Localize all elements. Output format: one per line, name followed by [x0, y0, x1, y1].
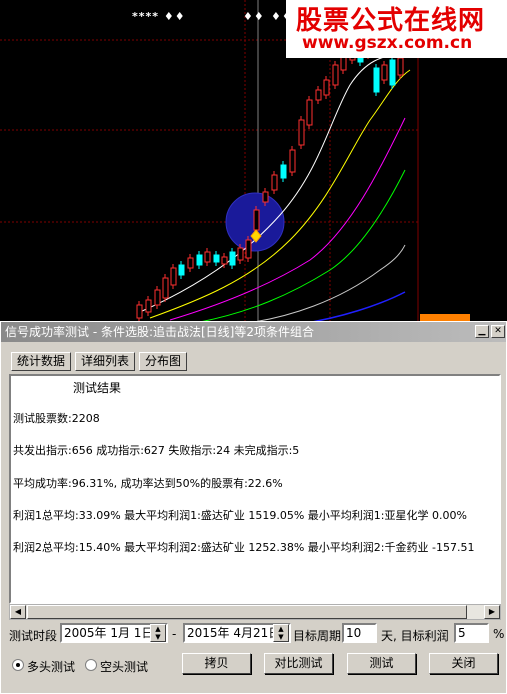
candle-body: [306, 99, 313, 126]
candle-body: [262, 191, 269, 203]
horizontal-scrollbar[interactable]: ◀ ▶: [9, 604, 501, 620]
start-date-spinner[interactable]: ▲ ▼: [150, 624, 166, 642]
close-icon[interactable]: ✕: [491, 325, 505, 338]
candle-body: [196, 254, 203, 266]
candles-group: [136, 36, 404, 322]
days-label: 天, 目标利润: [381, 629, 449, 643]
radio-short-test[interactable]: [85, 659, 97, 671]
tab-distribution[interactable]: 分布图: [139, 352, 187, 371]
radio-short-label: 空头测试: [100, 660, 149, 674]
scroll-left-icon[interactable]: ◀: [10, 605, 26, 619]
signal-test-dialog: 信号成功率测试 - 条件选股:追击战法[日线]等2项条件组合 ▁ ✕ 统计数据 …: [0, 321, 507, 694]
candle-body: [213, 254, 220, 263]
dialog-titlebar[interactable]: 信号成功率测试 - 条件选股:追击战法[日线]等2项条件组合: [1, 322, 506, 342]
results-line-success-rate: 平均成功率:96.31%, 成功率达到50%的股票有:22.6%: [13, 477, 283, 490]
candle-body: [229, 251, 236, 266]
candle-body: [397, 57, 404, 76]
watermark-banner: 股票公式在线网 www.gszx.com.cn: [286, 0, 507, 58]
target-profit-input[interactable]: 5: [454, 623, 489, 643]
candle-body: [280, 164, 287, 179]
results-textarea[interactable]: 测试结果 测试股票数:2208 共发出指示:656 成功指示:627 失败指示:…: [9, 374, 501, 604]
signal-markers-left: **** ♦♦: [132, 10, 186, 23]
tab-statistics[interactable]: 统计数据: [11, 352, 71, 371]
candle-body: [178, 264, 185, 276]
results-line-signals: 共发出指示:656 成功指示:627 失败指示:24 未完成指示:5: [13, 444, 300, 457]
candle-body: [245, 239, 252, 259]
banner-url: www.gszx.com.cn: [302, 33, 473, 53]
candle-body: [271, 174, 278, 191]
candle-body: [298, 119, 305, 146]
candle-body: [389, 59, 396, 86]
candle-body: [332, 64, 339, 86]
results-line-stock-count: 测试股票数:2208: [13, 412, 100, 425]
end-date-spinner[interactable]: ▲ ▼: [273, 624, 289, 642]
candle-body: [154, 289, 161, 306]
scroll-right-icon[interactable]: ▶: [484, 605, 500, 619]
candle-body: [136, 304, 143, 319]
candle-body: [162, 277, 169, 299]
date-dash: -: [172, 627, 177, 641]
test-button[interactable]: 测试: [347, 653, 416, 674]
candle-body: [323, 79, 330, 96]
candle-body: [381, 64, 388, 81]
radio-long-test[interactable]: [12, 659, 24, 671]
candle-body: [145, 299, 152, 313]
candle-body: [187, 257, 194, 269]
tab-detail-list[interactable]: 详细列表: [75, 352, 135, 371]
target-period-input[interactable]: 10: [342, 623, 377, 643]
results-heading: 测试结果: [73, 381, 122, 395]
candle-body: [221, 256, 228, 265]
candle-body: [315, 89, 322, 101]
candle-body: [253, 209, 260, 231]
target-period-label: 目标周期: [293, 629, 342, 643]
candle-body: [373, 67, 380, 93]
compare-test-button[interactable]: 对比测试: [264, 653, 333, 674]
scroll-thumb[interactable]: [27, 605, 467, 619]
candle-body: [237, 247, 244, 261]
minimize-icon[interactable]: ▁: [475, 325, 489, 338]
banner-title: 股票公式在线网: [296, 6, 486, 36]
copy-button[interactable]: 拷贝: [182, 653, 251, 674]
signal-markers-mid: ♦♦: [243, 10, 265, 23]
results-line-profit2: 利润2总平均:15.40% 最大平均利润2:盛达矿业 1252.38% 最小平均…: [13, 541, 475, 554]
radio-long-label: 多头测试: [27, 660, 76, 674]
percent-label: %: [493, 627, 505, 641]
candle-body: [204, 251, 211, 263]
candle-body: [289, 149, 296, 173]
close-button[interactable]: 关闭: [429, 653, 498, 674]
period-label: 测试时段: [9, 629, 58, 643]
results-line-profit1: 利润1总平均:33.09% 最大平均利润1:盛达矿业 1519.05% 最小平均…: [13, 509, 467, 522]
candle-body: [170, 267, 177, 286]
